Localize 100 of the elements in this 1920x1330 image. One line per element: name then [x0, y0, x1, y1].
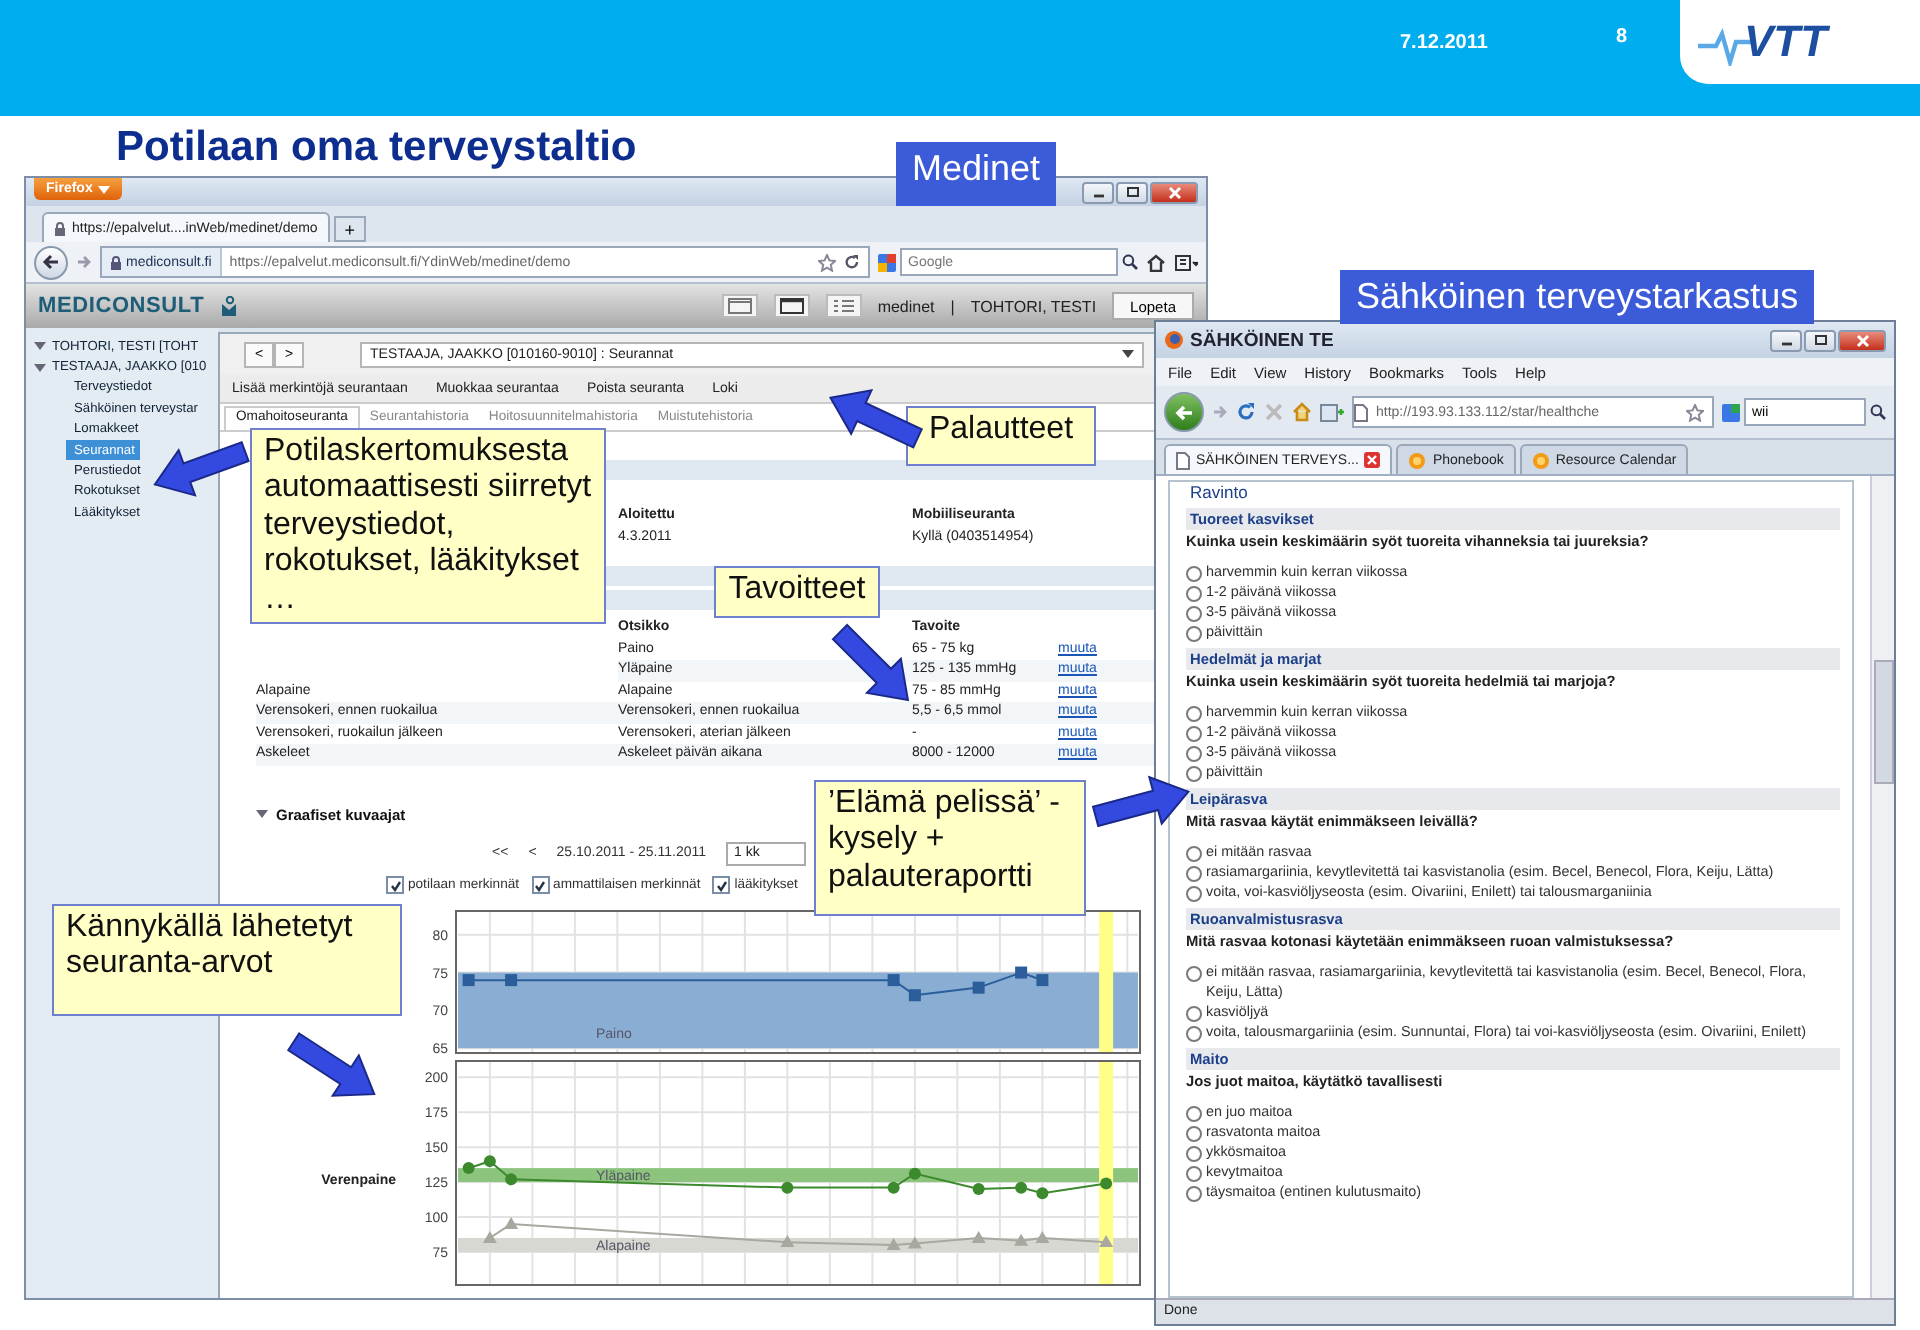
radio-button[interactable]: [1186, 1125, 1202, 1141]
check-icon: [534, 879, 547, 891]
search-icon[interactable]: [1870, 404, 1886, 420]
radio-button[interactable]: [1186, 965, 1202, 981]
radio-button[interactable]: [1186, 605, 1202, 621]
callout-note: Palautteet: [906, 406, 1096, 466]
back-button[interactable]: [34, 245, 68, 279]
data-point: [462, 1161, 475, 1174]
reload-icon[interactable]: [1236, 402, 1256, 422]
data-point: [1099, 1234, 1114, 1247]
check-icon: [715, 879, 728, 891]
star-icon[interactable]: [1686, 403, 1704, 421]
window-title: SÄHKÖINEN TE: [1190, 329, 1334, 351]
data-point: [907, 1235, 922, 1248]
close-button[interactable]: [1150, 181, 1198, 203]
page-icon: [1354, 403, 1368, 421]
title-label: Medinet: [896, 142, 1057, 206]
separator-text: |: [950, 297, 955, 315]
radio-button[interactable]: [1186, 725, 1202, 741]
minimize-button[interactable]: [1770, 329, 1802, 351]
data-point: [504, 1215, 519, 1228]
slide-title: Potilaan oma terveystaltio: [116, 124, 637, 172]
add-bookmark-icon[interactable]: [1320, 402, 1344, 422]
check-icon: [389, 879, 401, 891]
radio-button[interactable]: [1186, 1105, 1202, 1121]
window-icon: [779, 298, 804, 314]
fieldset-legend: Ravinto: [1186, 482, 1252, 502]
data-point: [1036, 1186, 1049, 1199]
data-point: [908, 1166, 921, 1179]
data-point: [1014, 1232, 1029, 1245]
checkbox[interactable]: [712, 876, 731, 894]
search-icon[interactable]: [1122, 254, 1138, 270]
user-name: TOHTORI, TESTI: [970, 297, 1097, 315]
checkbox[interactable]: [531, 876, 550, 894]
search-engine-icon: [878, 253, 896, 271]
reload-icon[interactable]: [844, 254, 860, 270]
data-point: [886, 1236, 901, 1249]
radio-button[interactable]: [1186, 705, 1202, 721]
new-tab-button[interactable]: +: [333, 216, 366, 242]
back-arrow-icon: [42, 254, 60, 270]
data-point: [780, 1234, 795, 1247]
globe-icon: [1531, 451, 1550, 469]
data-point: [1100, 1176, 1113, 1189]
radio-button[interactable]: [1186, 1145, 1202, 1161]
radio-button[interactable]: [1186, 1025, 1202, 1041]
data-point: [483, 1154, 496, 1167]
close-icon: [1167, 185, 1181, 199]
callout-note: Tavoitteet: [714, 566, 880, 618]
lock-icon: [110, 255, 122, 269]
back-arrow-icon: [1174, 403, 1194, 421]
list-icon: [831, 298, 856, 314]
checkbox[interactable]: [386, 876, 404, 894]
maximize-icon: [1813, 334, 1827, 346]
scrollbar[interactable]: [1870, 476, 1894, 1298]
data-point: [971, 1229, 986, 1242]
search-engine-icon: [1722, 403, 1740, 421]
scrollbar-thumb[interactable]: [1874, 660, 1894, 784]
expand-triangle-icon: [256, 808, 268, 820]
page-icon: [1176, 451, 1190, 469]
lock-icon: [54, 221, 66, 235]
logo-text: VTT: [1744, 16, 1828, 68]
callout-note: ’Elämä pelissä’ -kysely + palauteraportti: [814, 780, 1086, 916]
radio-button[interactable]: [1186, 625, 1202, 641]
data-point: [1035, 1229, 1050, 1242]
close-icon: [1855, 333, 1869, 347]
maximize-icon: [1125, 186, 1139, 198]
data-point: [887, 1180, 900, 1193]
radio-button[interactable]: [1186, 585, 1202, 601]
radio-button[interactable]: [1186, 845, 1202, 861]
home-icon[interactable]: [1146, 253, 1166, 271]
data-point: [972, 1182, 985, 1195]
app-name: medinet: [877, 297, 935, 315]
data-point: [482, 1229, 497, 1242]
data-point: [781, 1180, 794, 1193]
bookmarks-icon[interactable]: [1174, 253, 1198, 271]
date-text: 7.12.2011: [1400, 32, 1488, 54]
callout-note: Potilaskertomuksesta automaattisesti siirretyt terveystiedot, rokotukset, lääkitykset …: [250, 428, 606, 624]
data-point: [1015, 1180, 1028, 1193]
maximize-button[interactable]: [1804, 329, 1836, 351]
radio-button[interactable]: [1186, 865, 1202, 881]
star-icon[interactable]: [818, 253, 836, 271]
close-button[interactable]: [1838, 329, 1886, 351]
close-icon[interactable]: [1364, 452, 1381, 468]
radio-button[interactable]: [1186, 885, 1202, 901]
minimize-button[interactable]: [1082, 181, 1114, 203]
callout-note: Kännykällä lähetetyt seuranta-arvot: [52, 904, 402, 1016]
radio-button[interactable]: [1186, 765, 1202, 781]
reference-line: [1099, 911, 1114, 1051]
page-number: 8: [1615, 26, 1627, 48]
radio-button[interactable]: [1186, 1185, 1202, 1201]
browser-icon: [1164, 330, 1184, 350]
radio-button[interactable]: [1186, 1005, 1202, 1021]
data-point: [505, 1172, 518, 1185]
forward-arrow-icon[interactable]: [76, 254, 92, 270]
view-button[interactable]: [773, 294, 810, 318]
radio-button[interactable]: [1186, 745, 1202, 761]
maximize-button[interactable]: [1116, 181, 1148, 203]
app-logo: MEDICONSULT: [38, 294, 205, 318]
radio-button[interactable]: [1186, 1165, 1202, 1181]
radio-button[interactable]: [1186, 565, 1202, 581]
